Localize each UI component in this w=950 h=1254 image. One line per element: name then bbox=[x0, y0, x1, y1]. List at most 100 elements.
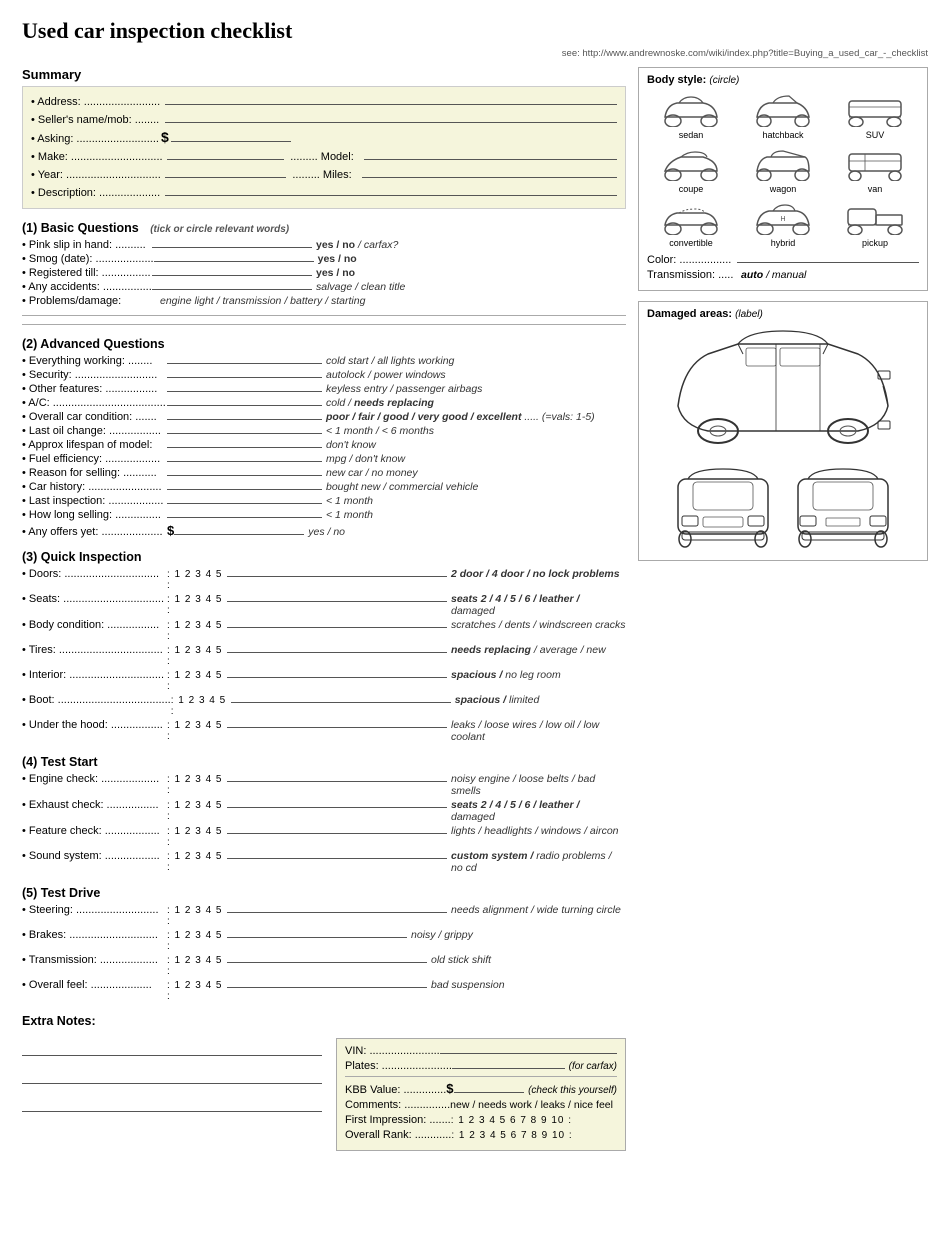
bq-registered: • Registered till: ................ yes … bbox=[22, 267, 626, 279]
summary-address-line[interactable] bbox=[165, 93, 617, 105]
summary-address-row: • Address: ......................... bbox=[31, 93, 617, 108]
summary-seller-line[interactable] bbox=[165, 111, 617, 123]
summary-seller-label: • Seller's name/mob: ........ bbox=[31, 114, 161, 126]
test-start-section: • Engine check: ................... : 1 … bbox=[22, 773, 626, 874]
aq-how-long-selling: • How long selling: ............... < 1 … bbox=[22, 509, 626, 521]
body-style-title: Body style: (circle) bbox=[647, 74, 919, 86]
extra-notes-col bbox=[22, 1038, 322, 1122]
vin-box: VIN: ....................... Plates: ...… bbox=[336, 1038, 626, 1151]
summary-section: • Address: ......................... • S… bbox=[22, 86, 626, 209]
car-convertible: convertible bbox=[647, 198, 735, 248]
car-grid: sedan hatchback bbox=[647, 90, 919, 248]
ts-engine-check: • Engine check: ................... : 1 … bbox=[22, 773, 626, 797]
aq-security: • Security: ........................... … bbox=[22, 369, 626, 381]
summary-address-label: • Address: ......................... bbox=[31, 96, 161, 108]
color-row: Color: ................. bbox=[647, 254, 919, 266]
page-title: Used car inspection checklist bbox=[22, 18, 928, 44]
bq-problems: • Problems/damage: engine light / transm… bbox=[22, 295, 626, 307]
car-diagram-top bbox=[658, 326, 908, 456]
extra-line-2[interactable] bbox=[22, 1066, 322, 1084]
car-rear-view bbox=[788, 464, 898, 554]
car-sedan: sedan bbox=[647, 90, 735, 140]
car-pickup: pickup bbox=[831, 198, 919, 248]
kbb-row: KBB Value: .............. $ (check this … bbox=[345, 1081, 617, 1096]
qi-body-condition: • Body condition: ................. : 1 … bbox=[22, 619, 626, 642]
plates-row: Plates: ....................... (for car… bbox=[345, 1060, 617, 1072]
summary-model-line[interactable] bbox=[364, 148, 617, 160]
aq-everything-working: • Everything working: ........ cold star… bbox=[22, 355, 626, 367]
summary-model-text: ......... Model: bbox=[290, 151, 354, 163]
bq-accidents: • Any accidents: ................ salvag… bbox=[22, 281, 626, 293]
basic-questions-header: (1) Basic Questions (tick or circle rele… bbox=[22, 221, 626, 235]
qi-doors: • Doors: ...............................… bbox=[22, 568, 626, 591]
summary-make-row: • Make: .............................. .… bbox=[31, 148, 617, 163]
extra-line-1[interactable] bbox=[22, 1038, 322, 1056]
see-link: see: http://www.andrewnoske.com/wiki/ind… bbox=[22, 48, 928, 59]
extra-line-3[interactable] bbox=[22, 1094, 322, 1112]
car-wagon: wagon bbox=[739, 144, 827, 194]
td-overall-feel: • Overall feel: .................... : 1… bbox=[22, 979, 626, 1002]
summary-title: Summary bbox=[22, 67, 626, 82]
right-column: Body style: (circle) sedan bbox=[638, 67, 928, 1151]
aq-selling-reason: • Reason for selling: ........... new ca… bbox=[22, 467, 626, 479]
car-diagrams-bottom bbox=[668, 464, 898, 554]
basic-questions-section: • Pink slip in hand: .......... yes / no… bbox=[22, 239, 626, 307]
transmission-row: Transmission: ..... auto / manual bbox=[647, 269, 919, 281]
summary-miles-line[interactable] bbox=[362, 166, 617, 178]
aq-condition: • Overall car condition: ....... poor / … bbox=[22, 411, 626, 423]
aq-last-inspection: • Last inspection: .................. < … bbox=[22, 495, 626, 507]
aq-car-history: • Car history: ........................ … bbox=[22, 481, 626, 493]
summary-make-label: • Make: .............................. bbox=[31, 151, 163, 163]
summary-year-label: • Year: ............................... bbox=[31, 169, 161, 181]
aq-fuel: • Fuel efficiency: .................. mp… bbox=[22, 453, 626, 465]
qi-under-hood: • Under the hood: ................. : 1 … bbox=[22, 719, 626, 743]
summary-desc-line[interactable] bbox=[165, 184, 617, 196]
test-start-header: (4) Test Start bbox=[22, 755, 626, 769]
body-style-box: Body style: (circle) sedan bbox=[638, 67, 928, 291]
vin-row: VIN: ....................... bbox=[345, 1045, 617, 1057]
summary-asking-line[interactable] bbox=[171, 141, 291, 142]
dollar-sign: $ bbox=[161, 129, 169, 145]
car-van: van bbox=[831, 144, 919, 194]
ts-feature-check: • Feature check: .................. : 1 … bbox=[22, 825, 626, 848]
summary-make-line[interactable] bbox=[167, 148, 285, 160]
ts-exhaust-check: • Exhaust check: ................. : 1 2… bbox=[22, 799, 626, 823]
summary-miles-text: ......... Miles: bbox=[292, 169, 351, 181]
summary-desc-row: • Description: .................... bbox=[31, 184, 617, 199]
aq-lifespan: • Approx lifespan of model: don't know bbox=[22, 439, 626, 451]
summary-year-line[interactable] bbox=[165, 166, 286, 178]
advanced-questions-header: (2) Advanced Questions bbox=[22, 337, 626, 351]
damaged-areas-box: Damaged areas: (label) bbox=[638, 301, 928, 561]
summary-asking-label: • Asking: ........................... bbox=[31, 133, 161, 145]
bq-pink-slip: • Pink slip in hand: .......... yes / no… bbox=[22, 239, 626, 251]
color-trans: Color: ................. Transmission: .… bbox=[647, 254, 919, 281]
test-drive-section: • Steering: ........................... … bbox=[22, 904, 626, 1002]
basic-questions-note: (tick or circle relevant words) bbox=[150, 224, 289, 235]
aq-other-features: • Other features: ................. keyl… bbox=[22, 383, 626, 395]
first-impression-row: First Impression: ....... : 1 2 3 4 5 6 … bbox=[345, 1114, 617, 1126]
aq-oil-change: • Last oil change: ................. < 1… bbox=[22, 425, 626, 437]
summary-year-row: • Year: ............................... … bbox=[31, 166, 617, 181]
summary-seller-row: • Seller's name/mob: ........ bbox=[31, 111, 617, 126]
summary-asking-row: • Asking: ........................... $ bbox=[31, 129, 617, 145]
car-diagram-area bbox=[647, 326, 919, 554]
advanced-questions-section: • Everything working: ........ cold star… bbox=[22, 355, 626, 538]
comments-row: Comments: ............... new / needs wo… bbox=[345, 1099, 617, 1111]
overall-rank-row: Overall Rank: ............ : 1 2 3 4 5 6… bbox=[345, 1129, 617, 1141]
car-hatchback: hatchback bbox=[739, 90, 827, 140]
car-front-view bbox=[668, 464, 778, 554]
qi-tires: • Tires: ...............................… bbox=[22, 644, 626, 667]
quick-inspection-header: (3) Quick Inspection bbox=[22, 550, 626, 564]
qi-interior: • Interior: ............................… bbox=[22, 669, 626, 692]
summary-desc-label: • Description: .................... bbox=[31, 187, 161, 199]
td-transmission: • Transmission: ................... : 1 … bbox=[22, 954, 626, 977]
td-steering: • Steering: ........................... … bbox=[22, 904, 626, 927]
quick-inspection-section: • Doors: ...............................… bbox=[22, 568, 626, 743]
damaged-title: Damaged areas: (label) bbox=[647, 308, 919, 320]
svg-text:H: H bbox=[780, 216, 785, 223]
aq-ac: • A/C: .................................… bbox=[22, 397, 626, 409]
ts-sound-system: • Sound system: .................. : 1 2… bbox=[22, 850, 626, 874]
car-coupe: coupe bbox=[647, 144, 735, 194]
td-brakes: • Brakes: ............................. … bbox=[22, 929, 626, 952]
aq-offers: • Any offers yet: .................... $… bbox=[22, 523, 626, 538]
